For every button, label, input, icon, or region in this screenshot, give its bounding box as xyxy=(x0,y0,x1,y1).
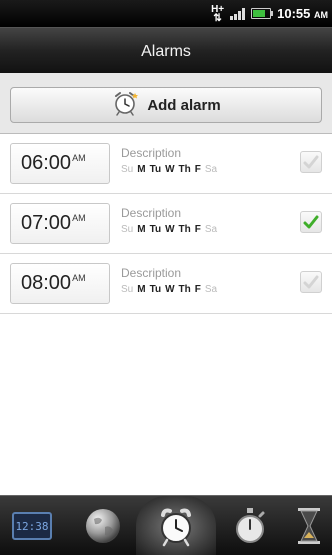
tab-world-clock[interactable] xyxy=(72,496,134,555)
tab-stopwatch[interactable] xyxy=(220,496,280,555)
status-clock: 10:55 AM xyxy=(277,6,328,21)
check-icon xyxy=(303,275,319,289)
alarm-row[interactable]: 07:00 AM Description Su M Tu W Th F Sa xyxy=(0,194,332,254)
day-label: Tu xyxy=(149,164,162,175)
network-type-icon: H+ ⇅ xyxy=(211,3,225,24)
alarm-time: 08:00 xyxy=(21,272,72,294)
alarm-enable-checkbox[interactable] xyxy=(300,271,322,293)
alarm-repeat-days: Su M Tu W Th F Sa xyxy=(121,224,217,235)
day-label: F xyxy=(194,164,201,175)
status-bar: H+ ⇅ 10:55 AM xyxy=(0,0,332,27)
tab-timer[interactable] xyxy=(286,496,332,555)
alarm-row[interactable]: 06:00 AM Description Su M Tu W Th F Sa xyxy=(0,134,332,194)
digital-clock-icon: 12:38 xyxy=(12,512,52,540)
day-label: Tu xyxy=(149,224,162,235)
check-icon xyxy=(303,215,319,229)
alarm-list: 06:00 AM Description Su M Tu W Th F Sa 07:00 AM Desc… xyxy=(0,134,332,314)
day-label: Sa xyxy=(204,224,218,235)
alarm-enable-checkbox[interactable] xyxy=(300,151,322,173)
alarm-time-button[interactable]: 08:00 AM xyxy=(10,263,110,304)
day-label: Sa xyxy=(204,284,218,295)
day-label: M xyxy=(137,284,146,295)
day-label: Su xyxy=(121,164,134,175)
alarms-screen: H+ ⇅ 10:55 AM Alarms Add alarm 06:00 AM … xyxy=(0,0,332,555)
alarm-repeat-days: Su M Tu W Th F Sa xyxy=(121,284,217,295)
alarm-time: 06:00 xyxy=(21,152,72,174)
alarm-time-button[interactable]: 07:00 AM xyxy=(10,203,110,244)
alarm-repeat-days: Su M Tu W Th F Sa xyxy=(121,164,217,175)
day-label: W xyxy=(165,224,175,235)
tab-alarms[interactable] xyxy=(136,496,216,555)
day-label: M xyxy=(137,224,146,235)
check-icon xyxy=(303,155,319,169)
day-label: Th xyxy=(178,224,191,235)
day-label: Tu xyxy=(149,284,162,295)
alarm-description: Description xyxy=(121,266,182,280)
alarm-time: 07:00 xyxy=(21,212,72,234)
title-bar: Alarms xyxy=(0,27,332,74)
day-label: W xyxy=(165,164,175,175)
alarm-ampm: AM xyxy=(72,213,86,223)
day-label: Su xyxy=(121,224,134,235)
alarm-enable-checkbox[interactable] xyxy=(300,211,322,233)
day-label: F xyxy=(194,224,201,235)
add-alarm-label: Add alarm xyxy=(147,96,221,114)
signal-strength-icon xyxy=(230,7,246,20)
alarm-ampm: AM xyxy=(72,153,86,163)
tab-clock[interactable]: 12:38 xyxy=(2,496,62,555)
alarm-clock-icon xyxy=(111,90,139,121)
day-label: W xyxy=(165,284,175,295)
hourglass-icon xyxy=(298,508,320,544)
day-label: M xyxy=(137,164,146,175)
battery-icon xyxy=(251,8,274,19)
add-alarm-bar: Add alarm xyxy=(0,73,332,134)
day-label: Th xyxy=(178,284,191,295)
alarm-time-button[interactable]: 06:00 AM xyxy=(10,143,110,184)
day-label: F xyxy=(194,284,201,295)
globe-icon xyxy=(86,509,120,543)
alarm-description: Description xyxy=(121,146,182,160)
day-label: Sa xyxy=(204,164,218,175)
day-label: Su xyxy=(121,284,134,295)
bottom-tab-bar: 12:38 xyxy=(0,495,332,555)
alarm-ampm: AM xyxy=(72,273,86,283)
day-label: Th xyxy=(178,164,191,175)
stopwatch-icon xyxy=(236,508,265,543)
alarm-row[interactable]: 08:00 AM Description Su M Tu W Th F Sa xyxy=(0,254,332,314)
add-alarm-button[interactable]: Add alarm xyxy=(10,87,322,123)
alarm-description: Description xyxy=(121,206,182,220)
alarm-clock-icon xyxy=(161,508,191,547)
page-title: Alarms xyxy=(141,43,191,60)
